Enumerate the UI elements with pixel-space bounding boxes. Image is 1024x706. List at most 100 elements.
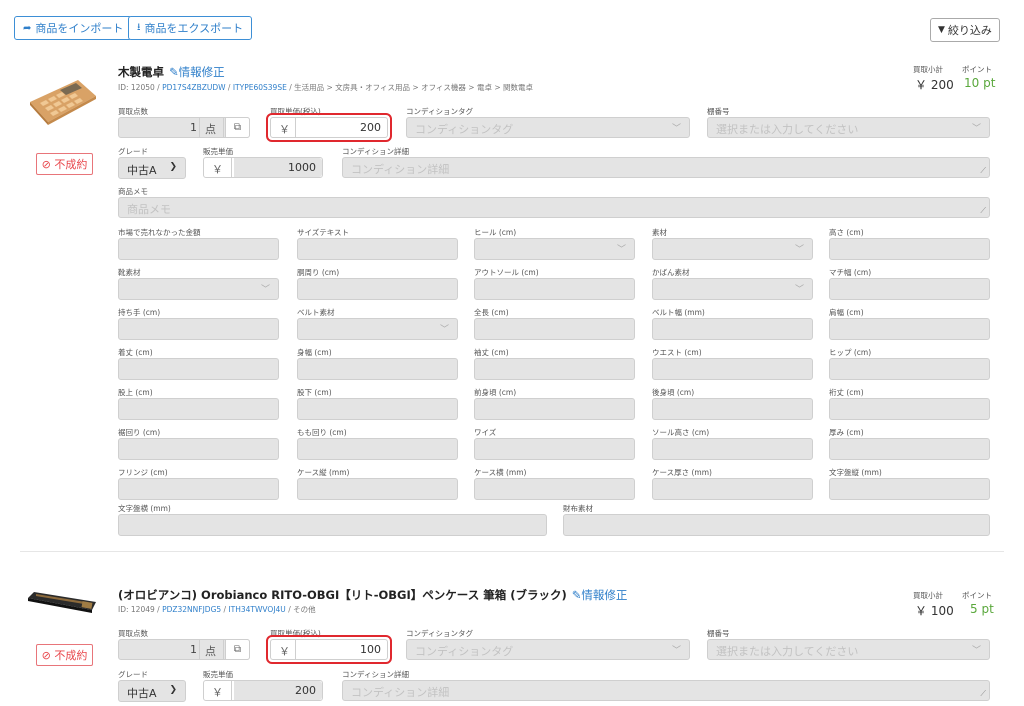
chevron-down-icon: ﹀	[671, 124, 681, 134]
attribute-input[interactable]	[829, 438, 990, 460]
attribute-label: 市場で売れなかった金額	[118, 228, 201, 237]
attribute-input[interactable]	[829, 358, 990, 380]
attribute-label: 靴素材	[118, 268, 141, 277]
condition-tag-select[interactable]: コンディションタグ ﹀	[406, 639, 690, 660]
condition-tag-label: コンディションタグ	[406, 107, 473, 116]
attribute-input[interactable]	[829, 278, 990, 300]
shelf-select[interactable]: 選択または入力してください ﹀	[707, 639, 990, 660]
attribute-label: ヒール (cm)	[474, 228, 517, 237]
attribute-input[interactable]	[297, 358, 458, 380]
attribute-label: 全長 (cm)	[474, 308, 509, 317]
grade-select[interactable]: 中古A ❯	[118, 680, 186, 702]
attribute-label: 着丈 (cm)	[118, 348, 153, 357]
attribute-input[interactable]	[829, 238, 990, 260]
attribute-input[interactable]	[474, 478, 635, 500]
attribute-input[interactable]	[118, 438, 279, 460]
attribute-input[interactable]	[474, 318, 635, 340]
attribute-label: 身幅 (cm)	[297, 348, 332, 357]
chevron-down-icon: ﹀	[671, 646, 681, 656]
copy-icon[interactable]: ⧉	[225, 117, 250, 138]
attribute-input[interactable]	[829, 318, 990, 340]
attribute-label: 肩幅 (cm)	[829, 308, 864, 317]
memo-textarea[interactable]: 商品メモ ⟋	[118, 197, 990, 218]
condition-detail-textarea[interactable]: コンディション詳細 ⟋	[342, 157, 990, 178]
attribute-input[interactable]	[652, 478, 813, 500]
attribute-input[interactable]	[474, 278, 635, 300]
edit-info-link[interactable]: ✎情報修正	[572, 588, 628, 602]
qty-label: 買取点数	[118, 107, 148, 116]
attribute-input[interactable]	[118, 398, 279, 420]
attribute-select[interactable]: ﹀	[118, 278, 279, 300]
grade-label: グレード	[118, 670, 148, 679]
attribute-input[interactable]	[297, 478, 458, 500]
attribute-input[interactable]	[297, 438, 458, 460]
condition-detail-label: コンディション詳細	[342, 670, 409, 679]
condition-detail-label: コンディション詳細	[342, 147, 409, 156]
attribute-label: 裾回り (cm)	[118, 428, 161, 437]
attribute-select[interactable]: ﹀	[652, 238, 813, 260]
product-code-link[interactable]: PDZ32NNFJDG5	[162, 605, 221, 614]
condition-tag-select[interactable]: コンディションタグ ﹀	[406, 117, 690, 138]
attribute-input[interactable]	[652, 438, 813, 460]
pencil-icon: ✎	[169, 65, 179, 79]
sale-price-label: 販売単価	[203, 147, 233, 156]
subtotal-label: 買取小計	[913, 65, 943, 74]
item-code-link[interactable]: ITYPE60S39SE	[233, 83, 287, 92]
attribute-label: 裄丈 (cm)	[829, 388, 864, 397]
not-contracted-button[interactable]: ⊘ 不成約	[36, 644, 93, 666]
points-value: 10 pt	[964, 76, 996, 90]
attribute-label: ウエスト (cm)	[652, 348, 702, 357]
attribute-input[interactable]	[118, 358, 279, 380]
chevron-down-icon: ﹀	[971, 124, 981, 134]
attribute-input[interactable]	[652, 358, 813, 380]
attribute-input[interactable]	[118, 478, 279, 500]
not-contracted-button[interactable]: ⊘ 不成約	[36, 153, 93, 175]
attribute-input[interactable]	[118, 238, 279, 260]
sale-price-input[interactable]: ￥ 200	[203, 680, 323, 701]
attribute-input[interactable]	[563, 514, 990, 536]
chevron-down-icon: ﹀	[439, 325, 449, 335]
product-image-pencase	[26, 588, 98, 614]
attribute-label: ワイズ	[474, 428, 497, 437]
qty-label: 買取点数	[118, 629, 148, 638]
attribute-label: 厚み (cm)	[829, 428, 864, 437]
attribute-input[interactable]	[829, 398, 990, 420]
attribute-label: 財布素材	[563, 504, 593, 513]
attribute-input[interactable]	[474, 398, 635, 420]
attribute-select[interactable]: ﹀	[652, 278, 813, 300]
item-meta: ID: 12050 / PD17S4ZBZUDW / ITYPE60S39SE …	[118, 83, 534, 92]
attribute-input[interactable]	[118, 318, 279, 340]
attribute-label: 文字盤縦 (mm)	[829, 468, 882, 477]
import-button[interactable]: ➦ 商品をインポート	[14, 16, 133, 40]
attribute-input[interactable]	[297, 278, 458, 300]
attribute-input[interactable]	[297, 398, 458, 420]
copy-icon[interactable]: ⧉	[225, 639, 250, 660]
attribute-input[interactable]	[652, 318, 813, 340]
shelf-label: 棚番号	[707, 107, 730, 116]
attribute-label: アウトソール (cm)	[474, 268, 539, 277]
attribute-input[interactable]	[297, 238, 458, 260]
shelf-select[interactable]: 選択または入力してください ﹀	[707, 117, 990, 138]
sale-price-input[interactable]: ￥ 1000	[203, 157, 323, 178]
attribute-label: 胴周り (cm)	[297, 268, 340, 277]
item-code-link[interactable]: ITH34TWVOJ4U	[228, 605, 285, 614]
download-icon: ⭳	[137, 21, 141, 33]
attribute-label: 文字盤横 (mm)	[118, 504, 171, 513]
chevron-down-icon: ﹀	[794, 285, 804, 295]
attribute-input[interactable]	[474, 438, 635, 460]
attribute-select[interactable]: ﹀	[474, 238, 635, 260]
edit-info-link[interactable]: ✎情報修正	[169, 65, 225, 79]
attribute-input[interactable]	[652, 398, 813, 420]
item-title: 木製電卓 ✎情報修正	[118, 65, 225, 79]
product-code-link[interactable]: PD17S4ZBZUDW	[162, 83, 225, 92]
attribute-select[interactable]: ﹀	[297, 318, 458, 340]
attribute-input[interactable]	[829, 478, 990, 500]
attribute-input[interactable]	[474, 358, 635, 380]
attribute-input[interactable]	[118, 514, 547, 536]
filter-button[interactable]: ▼ 絞り込み	[930, 18, 1000, 42]
attribute-label: ベルト幅 (mm)	[652, 308, 705, 317]
export-button[interactable]: ⭳ 商品をエクスポート	[128, 16, 253, 40]
attribute-label: 持ち手 (cm)	[118, 308, 161, 317]
grade-select[interactable]: 中古A ❯	[118, 157, 186, 179]
condition-detail-textarea[interactable]: コンディション詳細 ⟋	[342, 680, 990, 701]
